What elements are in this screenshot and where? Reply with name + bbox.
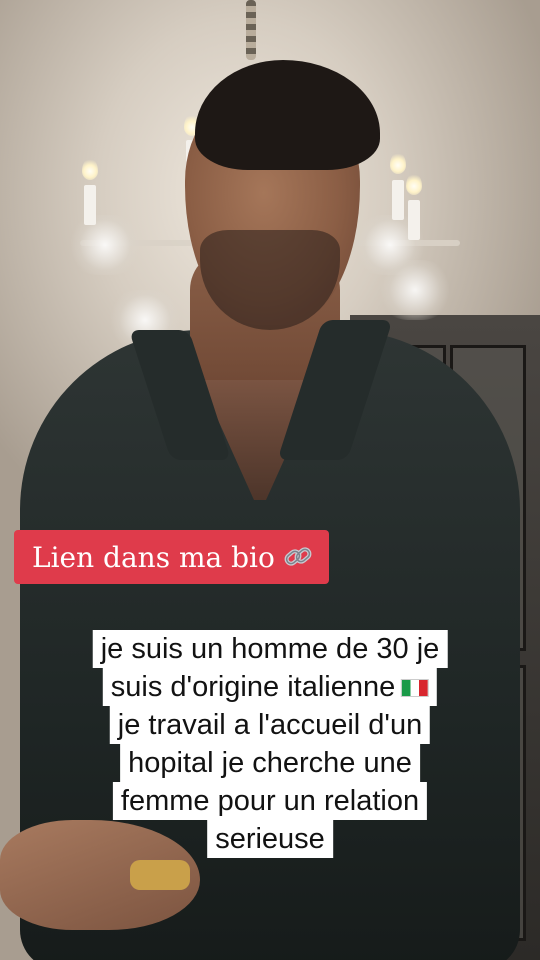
caption-line: je travail a l'accueil d'un — [109, 706, 431, 744]
caption-line: hopital je cherche une — [120, 744, 420, 782]
link-icon — [283, 542, 313, 572]
link-in-bio-banner: Lien dans ma bio — [14, 530, 329, 584]
caption-line: suis d'origine italienne — [102, 668, 438, 706]
link-banner-text: Lien dans ma bio — [32, 540, 275, 574]
caption-line: serieuse — [207, 820, 333, 858]
caption-line: femme pour un relation — [112, 782, 428, 820]
italy-flag-icon — [401, 679, 430, 698]
caption-line: je suis un homme de 30 je — [92, 630, 448, 668]
